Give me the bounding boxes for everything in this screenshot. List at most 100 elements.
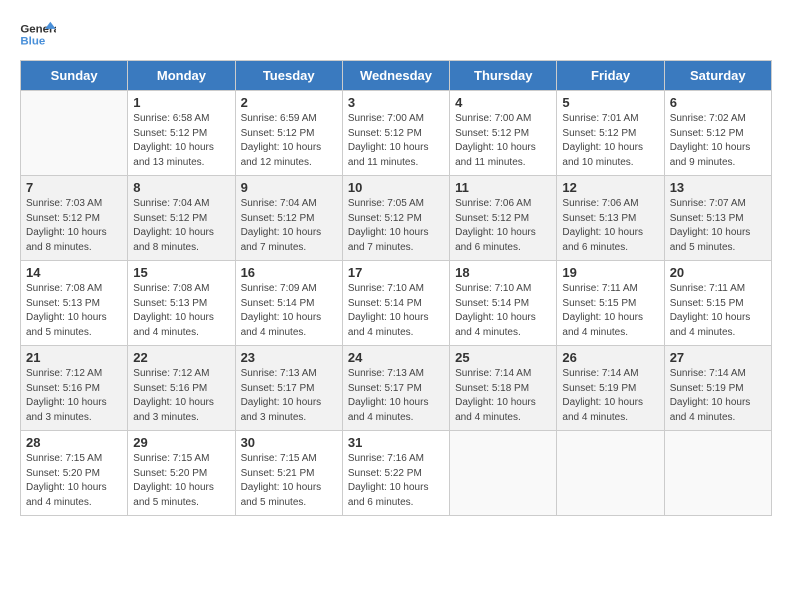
day-info: Sunrise: 7:00 AM Sunset: 5:12 PM Dayligh… [348,112,444,170]
day-number: 20 [670,265,766,280]
day-number: 19 [562,265,658,280]
day-info: Sunrise: 7:10 AM Sunset: 5:14 PM Dayligh… [455,282,551,340]
day-number: 8 [133,180,229,195]
day-info: Sunrise: 7:00 AM Sunset: 5:12 PM Dayligh… [455,112,551,170]
calendar-cell: 10Sunrise: 7:05 AM Sunset: 5:12 PM Dayli… [342,176,449,261]
calendar-cell [664,431,771,516]
calendar-cell: 30Sunrise: 7:15 AM Sunset: 5:21 PM Dayli… [235,431,342,516]
calendar-cell: 29 Sunrise: 7:15 AM Sunset: 5:20 PM Dayli… [128,431,235,516]
calendar-cell: 21 Sunrise: 7:12 AM Sunset: 5:16 PM Dayli… [21,346,128,431]
svg-text:Blue: Blue [20,36,45,48]
day-info: Sunrise: 7:13 AM Sunset: 5:17 PM Dayligh… [241,367,337,425]
calendar-table: SundayMondayTuesdayWednesdayThursdayFrid… [20,60,772,516]
calendar-cell: 18 Sunrise: 7:10 AM Sunset: 5:14 PM Dayli… [450,261,557,346]
day-info: Sunrise: 7:13 AM Sunset: 5:17 PM Dayligh… [348,367,444,425]
calendar-week-row: 1 Sunrise: 6:58 AM Sunset: 5:12 PM Daylig… [21,91,772,176]
calendar-cell: 6 Sunrise: 7:02 AM Sunset: 5:12 PM Daylig… [664,91,771,176]
weekday-header-row: SundayMondayTuesdayWednesdayThursdayFrid… [21,61,772,91]
day-info: Sunrise: 7:08 AM Sunset: 5:13 PM Dayligh… [26,282,122,340]
calendar-cell: 20 Sunrise: 7:11 AM Sunset: 5:15 PM Dayli… [664,261,771,346]
day-number: 29 [133,435,229,450]
logo: General Blue [20,20,56,50]
day-info: Sunrise: 7:14 AM Sunset: 5:19 PM Dayligh… [562,367,658,425]
day-number: 11 [455,180,551,195]
calendar-cell: 27 Sunrise: 7:14 AM Sunset: 5:19 PM Dayli… [664,346,771,431]
day-info: Sunrise: 7:11 AM Sunset: 5:15 PM Dayligh… [670,282,766,340]
day-number: 14 [26,265,122,280]
day-info: Sunrise: 7:14 AM Sunset: 5:18 PM Dayligh… [455,367,551,425]
day-number: 12 [562,180,658,195]
day-number: 13 [670,180,766,195]
day-info: Sunrise: 7:11 AM Sunset: 5:15 PM Dayligh… [562,282,658,340]
day-info: Sunrise: 7:04 AM Sunset: 5:12 PM Dayligh… [133,197,229,255]
weekday-header-saturday: Saturday [664,61,771,91]
day-number: 30 [241,435,337,450]
day-number: 2 [241,95,337,110]
day-info: Sunrise: 6:59 AM Sunset: 5:12 PM Dayligh… [241,112,337,170]
calendar-week-row: 7Sunrise: 7:03 AM Sunset: 5:12 PM Daylig… [21,176,772,261]
weekday-header-tuesday: Tuesday [235,61,342,91]
day-info: Sunrise: 7:12 AM Sunset: 5:16 PM Dayligh… [26,367,122,425]
calendar-cell: 24 Sunrise: 7:13 AM Sunset: 5:17 PM Dayli… [342,346,449,431]
day-number: 26 [562,350,658,365]
calendar-week-row: 28 Sunrise: 7:15 AM Sunset: 5:20 PM Dayli… [21,431,772,516]
calendar-cell: 7Sunrise: 7:03 AM Sunset: 5:12 PM Daylig… [21,176,128,261]
weekday-header-thursday: Thursday [450,61,557,91]
calendar-cell: 3 Sunrise: 7:00 AM Sunset: 5:12 PM Daylig… [342,91,449,176]
day-info: Sunrise: 7:01 AM Sunset: 5:12 PM Dayligh… [562,112,658,170]
calendar-cell: 1 Sunrise: 6:58 AM Sunset: 5:12 PM Daylig… [128,91,235,176]
day-number: 23 [241,350,337,365]
day-info: Sunrise: 7:08 AM Sunset: 5:13 PM Dayligh… [133,282,229,340]
calendar-cell: 9Sunrise: 7:04 AM Sunset: 5:12 PM Daylig… [235,176,342,261]
day-number: 3 [348,95,444,110]
day-info: Sunrise: 7:12 AM Sunset: 5:16 PM Dayligh… [133,367,229,425]
day-info: Sunrise: 7:09 AM Sunset: 5:14 PM Dayligh… [241,282,337,340]
calendar-cell [557,431,664,516]
calendar-cell: 16Sunrise: 7:09 AM Sunset: 5:14 PM Dayli… [235,261,342,346]
weekday-header-sunday: Sunday [21,61,128,91]
calendar-cell: 13 Sunrise: 7:07 AM Sunset: 5:13 PM Dayli… [664,176,771,261]
calendar-cell: 26 Sunrise: 7:14 AM Sunset: 5:19 PM Dayli… [557,346,664,431]
calendar-cell: 31 Sunrise: 7:16 AM Sunset: 5:22 PM Dayli… [342,431,449,516]
day-number: 10 [348,180,444,195]
day-number: 24 [348,350,444,365]
day-number: 6 [670,95,766,110]
calendar-cell [21,91,128,176]
day-number: 22 [133,350,229,365]
calendar-cell [450,431,557,516]
day-info: Sunrise: 7:14 AM Sunset: 5:19 PM Dayligh… [670,367,766,425]
calendar-cell: 22 Sunrise: 7:12 AM Sunset: 5:16 PM Dayli… [128,346,235,431]
day-number: 1 [133,95,229,110]
day-info: Sunrise: 7:02 AM Sunset: 5:12 PM Dayligh… [670,112,766,170]
day-info: Sunrise: 7:15 AM Sunset: 5:20 PM Dayligh… [133,452,229,510]
day-number: 18 [455,265,551,280]
day-number: 4 [455,95,551,110]
calendar-week-row: 14 Sunrise: 7:08 AM Sunset: 5:13 PM Dayli… [21,261,772,346]
logo-icon: General Blue [20,20,56,50]
weekday-header-wednesday: Wednesday [342,61,449,91]
page-header: General Blue [20,20,772,50]
calendar-cell: 2 Sunrise: 6:59 AM Sunset: 5:12 PM Daylig… [235,91,342,176]
calendar-cell: 12Sunrise: 7:06 AM Sunset: 5:13 PM Dayli… [557,176,664,261]
day-number: 28 [26,435,122,450]
day-info: Sunrise: 6:58 AM Sunset: 5:12 PM Dayligh… [133,112,229,170]
calendar-week-row: 21 Sunrise: 7:12 AM Sunset: 5:16 PM Dayli… [21,346,772,431]
day-number: 31 [348,435,444,450]
calendar-cell: 19 Sunrise: 7:11 AM Sunset: 5:15 PM Dayli… [557,261,664,346]
weekday-header-friday: Friday [557,61,664,91]
calendar-cell: 23 Sunrise: 7:13 AM Sunset: 5:17 PM Dayli… [235,346,342,431]
day-info: Sunrise: 7:15 AM Sunset: 5:20 PM Dayligh… [26,452,122,510]
calendar-cell: 17Sunrise: 7:10 AM Sunset: 5:14 PM Dayli… [342,261,449,346]
day-info: Sunrise: 7:16 AM Sunset: 5:22 PM Dayligh… [348,452,444,510]
day-number: 27 [670,350,766,365]
day-number: 21 [26,350,122,365]
day-number: 17 [348,265,444,280]
day-info: Sunrise: 7:07 AM Sunset: 5:13 PM Dayligh… [670,197,766,255]
calendar-cell: 25Sunrise: 7:14 AM Sunset: 5:18 PM Dayli… [450,346,557,431]
day-info: Sunrise: 7:04 AM Sunset: 5:12 PM Dayligh… [241,197,337,255]
calendar-cell: 15Sunrise: 7:08 AM Sunset: 5:13 PM Dayli… [128,261,235,346]
calendar-cell: 14 Sunrise: 7:08 AM Sunset: 5:13 PM Dayli… [21,261,128,346]
calendar-cell: 28 Sunrise: 7:15 AM Sunset: 5:20 PM Dayli… [21,431,128,516]
weekday-header-monday: Monday [128,61,235,91]
day-info: Sunrise: 7:06 AM Sunset: 5:12 PM Dayligh… [455,197,551,255]
